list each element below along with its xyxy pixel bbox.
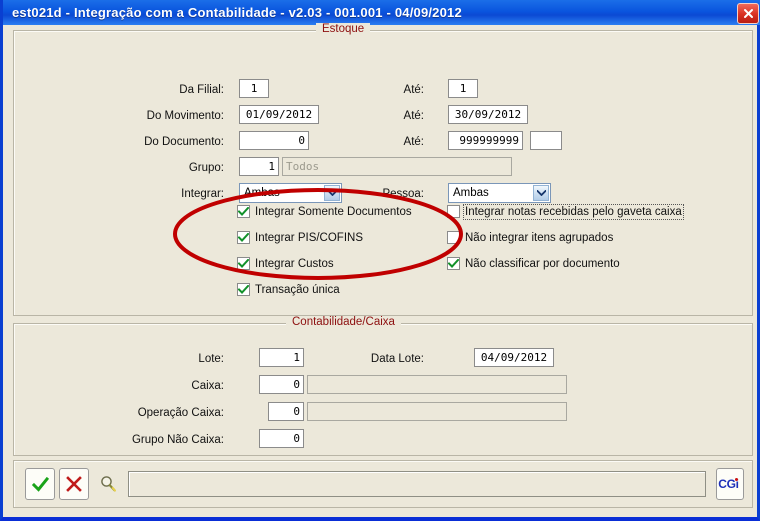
- label-caixa: Caixa:: [191, 380, 224, 392]
- field-do-movimento[interactable]: 01/09/2012: [239, 105, 319, 124]
- close-icon: [743, 9, 753, 18]
- field-lote[interactable]: 1: [259, 348, 304, 367]
- checkbox-nao-classificar-por-documento[interactable]: Não classificar por documento: [447, 257, 620, 270]
- cgi-dot-icon: [734, 477, 738, 481]
- combo-integrar-value: Ambas: [244, 187, 280, 199]
- checkbox-label: Integrar PIS/COFINS: [255, 231, 364, 244]
- checkbox-integrar-somente-documentos[interactable]: Integrar Somente Documentos: [237, 205, 412, 218]
- field-operacao-caixa[interactable]: 0: [268, 402, 304, 421]
- checkbox-box[interactable]: [447, 257, 460, 270]
- group-estoque: Estoque Da Filial: 1 Até: 1 Do Movimento…: [13, 23, 753, 316]
- label-filial-ate: Até:: [403, 84, 424, 96]
- combo-integrar[interactable]: Ambas: [239, 183, 342, 203]
- field-filial-ate[interactable]: 1: [448, 79, 478, 98]
- group-contabilidade-caixa: Contabilidade/Caixa Lote: 1 Data Lote: 0…: [13, 316, 753, 456]
- title-bar[interactable]: est021d - Integração com a Contabilidade…: [3, 0, 760, 25]
- search-button[interactable]: [93, 468, 123, 500]
- field-caixa[interactable]: 0: [259, 375, 304, 394]
- check-icon: [448, 259, 459, 268]
- label-lote: Lote:: [198, 353, 224, 365]
- field-caixa-descricao: [307, 375, 567, 394]
- field-documento-extra[interactable]: [530, 131, 562, 150]
- combo-pessoa[interactable]: Ambas: [448, 183, 551, 203]
- field-grupo[interactable]: 1: [239, 157, 279, 176]
- chevron-down-icon[interactable]: [533, 185, 549, 201]
- check-icon: [238, 259, 249, 268]
- field-movimento-ate[interactable]: 30/09/2012: [448, 105, 528, 124]
- field-da-filial[interactable]: 1: [239, 79, 269, 98]
- status-text-field[interactable]: [128, 471, 706, 497]
- group-caption-estoque: Estoque: [316, 23, 371, 35]
- application-window: est021d - Integração com a Contabilidade…: [0, 0, 760, 521]
- checkbox-integrar-notas-recebidas[interactable]: Integrar notas recebidas pelo gaveta cai…: [447, 203, 684, 220]
- chevron-down-icon[interactable]: [324, 185, 340, 201]
- field-do-documento[interactable]: 0: [239, 131, 309, 150]
- checkbox-integrar-custos[interactable]: Integrar Custos: [237, 257, 334, 270]
- confirm-button[interactable]: [25, 468, 55, 500]
- checkbox-box[interactable]: [237, 257, 250, 270]
- window-title: est021d - Integração com a Contabilidade…: [12, 5, 462, 20]
- checkbox-label: Integrar Somente Documentos: [255, 205, 412, 218]
- combo-pessoa-value: Ambas: [453, 187, 489, 199]
- label-documento-ate: Até:: [403, 136, 424, 148]
- check-icon: [238, 233, 249, 242]
- label-data-lote: Data Lote:: [370, 353, 424, 365]
- field-grupo-descricao: Todos: [282, 157, 512, 176]
- checkbox-label: Integrar notas recebidas pelo gaveta cai…: [463, 203, 684, 220]
- label-pessoa: Pessoa:: [382, 188, 424, 200]
- checkbox-integrar-pis-cofins[interactable]: Integrar PIS/COFINS: [237, 231, 363, 244]
- x-icon: [66, 476, 82, 492]
- checkbox-label: Integrar Custos: [255, 257, 334, 270]
- field-documento-ate[interactable]: 999999999: [448, 131, 523, 150]
- label-movimento-ate: Até:: [403, 110, 424, 122]
- checkbox-nao-integrar-itens-agrupados[interactable]: Não integrar itens agrupados: [447, 231, 613, 244]
- label-grupo-nao-caixa: Grupo Não Caixa:: [131, 434, 224, 446]
- cgi-brand-button[interactable]: CGi: [716, 468, 744, 500]
- checkbox-box[interactable]: [237, 283, 250, 296]
- check-icon: [238, 285, 249, 294]
- label-do-documento: Do Documento:: [144, 136, 224, 148]
- checkbox-box[interactable]: [447, 231, 460, 244]
- magnifier-icon: [101, 476, 116, 492]
- field-grupo-nao-caixa[interactable]: 0: [259, 429, 304, 448]
- check-icon: [238, 207, 249, 216]
- action-bar: CGi: [13, 460, 753, 508]
- checkbox-box[interactable]: [237, 205, 250, 218]
- label-da-filial: Da Filial:: [179, 84, 224, 96]
- checkbox-transacao-unica[interactable]: Transação única: [237, 283, 340, 296]
- cancel-button[interactable]: [59, 468, 89, 500]
- label-integrar: Integrar:: [181, 188, 224, 200]
- group-caption-contabilidade: Contabilidade/Caixa: [286, 316, 401, 328]
- check-icon: [31, 476, 49, 492]
- label-operacao-caixa: Operação Caixa:: [137, 407, 224, 419]
- checkbox-label: Transação única: [255, 283, 340, 296]
- label-do-movimento: Do Movimento:: [146, 110, 224, 122]
- field-data-lote[interactable]: 04/09/2012: [474, 348, 554, 367]
- field-operacao-caixa-descricao: [307, 402, 567, 421]
- checkbox-label: Não classificar por documento: [465, 257, 620, 270]
- close-button[interactable]: [737, 3, 759, 24]
- label-grupo: Grupo:: [188, 162, 224, 174]
- checkbox-box[interactable]: [447, 205, 460, 218]
- checkbox-box[interactable]: [237, 231, 250, 244]
- checkbox-label: Não integrar itens agrupados: [465, 231, 614, 244]
